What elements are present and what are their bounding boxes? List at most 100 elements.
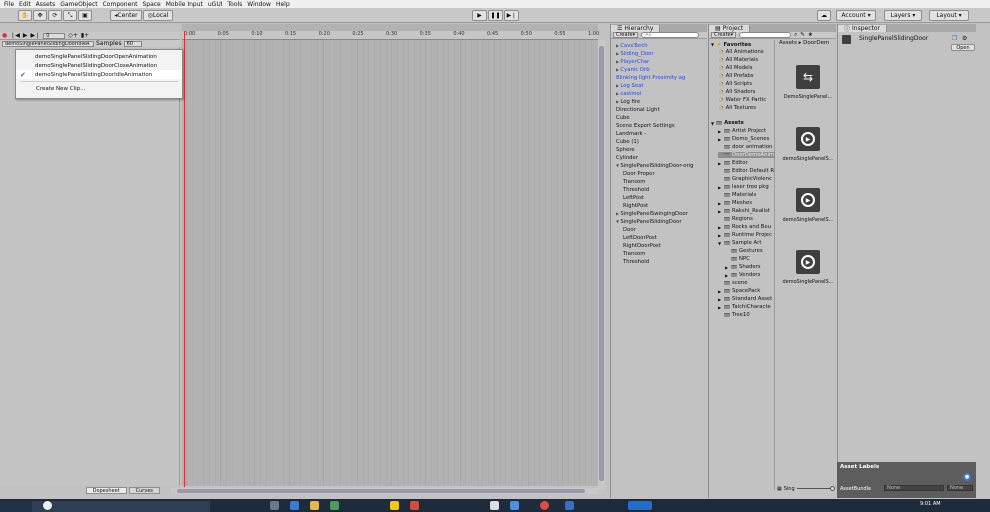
tab-curves[interactable]: Curves	[128, 487, 160, 494]
hierarchy-item[interactable]: Cube (1)	[616, 139, 639, 145]
hierarchy-item[interactable]: ▼ SinglePanelSlidingDoor-orig	[616, 163, 693, 169]
first-key-icon[interactable]: ❘◀	[10, 32, 20, 39]
account-dropdown[interactable]: Account ▾	[836, 10, 876, 21]
filter-icon[interactable]: ⌕	[794, 32, 797, 39]
project-folder[interactable]: door animation	[718, 144, 772, 150]
hierarchy-item[interactable]: ▶ Log fire	[616, 99, 640, 105]
hierarchy-item[interactable]: Cube	[616, 115, 630, 121]
project-folder[interactable]: Regions	[718, 216, 753, 222]
hierarchy-item[interactable]: Door	[623, 227, 636, 233]
hierarchy-item[interactable]: Directional Light	[616, 107, 660, 113]
favorite-item[interactable]: ◔ All Shaders	[719, 89, 755, 95]
label-tag-icon[interactable]: ●	[963, 473, 971, 481]
menu-item[interactable]: File	[4, 1, 14, 8]
project-folder[interactable]: ▶ Meshes	[718, 200, 752, 206]
hierarchy-item[interactable]: ▶ CaveTorch	[616, 43, 648, 49]
pause-button[interactable]: ❚❚	[488, 10, 503, 21]
menu-item[interactable]: Assets	[36, 1, 56, 8]
hierarchy-item[interactable]: Cylinder	[616, 155, 638, 161]
project-folder[interactable]: ▶ Editor	[718, 160, 748, 166]
project-folder[interactable]: ▶ Shaders	[725, 264, 761, 270]
project-folder[interactable]: ▶ Rocks and Bou	[718, 224, 771, 230]
project-folder[interactable]: ▶ Demo_Scenes	[718, 136, 769, 142]
step-button[interactable]: ▶❘	[504, 10, 519, 21]
asset-item[interactable]: ⇆ DemoSinglePanel...	[781, 65, 835, 100]
tab-project[interactable]: ▤ Project	[709, 25, 751, 32]
scale-tool-icon[interactable]: ⤡	[63, 10, 77, 21]
project-folder[interactable]: ▶ Rakshi_Realist	[718, 208, 770, 214]
layout-dropdown[interactable]: Layout ▾	[929, 10, 969, 21]
favorite-item[interactable]: ◔ All Textures	[719, 105, 756, 111]
hierarchy-item[interactable]: Threshold	[623, 187, 649, 193]
menu-item[interactable]: Edit	[19, 1, 31, 8]
hierarchy-item[interactable]: Door Proper	[623, 171, 655, 177]
favorite-item[interactable]: ◔ All Prefabs	[719, 73, 754, 79]
timeline-vertical-scrollbar[interactable]	[598, 40, 605, 490]
dopesheet-timeline[interactable]	[182, 24, 598, 486]
tab-dopesheet[interactable]: Dopesheet	[85, 487, 127, 494]
taskbar-search-box[interactable]	[32, 501, 210, 512]
project-search-input[interactable]	[739, 32, 792, 38]
next-key-icon[interactable]: ▶❘	[31, 32, 41, 39]
hierarchy-item[interactable]: ▶ Sliding_Door	[616, 51, 654, 57]
rect-tool-icon[interactable]: ▣	[78, 10, 92, 21]
help-icon[interactable]: ❐	[952, 35, 957, 42]
clip-menu-item[interactable]: ✔ demoSinglePanelSlidingDoorIdleAnimation	[16, 70, 182, 79]
menu-item[interactable]: Component	[103, 1, 138, 8]
label-icon[interactable]: ✎	[800, 32, 805, 38]
frame-field[interactable]: 0	[43, 32, 66, 39]
clip-menu-item[interactable]: demoSinglePanelSlidingDoorOpenAnimation	[16, 52, 182, 61]
asset-item[interactable]: ▶ demoSinglePanelS...	[781, 127, 835, 162]
timeline-horizontal-scrollbar[interactable]	[171, 488, 598, 494]
hierarchy-item[interactable]: Sphere	[616, 147, 635, 153]
hierarchy-item[interactable]: ▶ Cyanic Orb	[616, 67, 650, 73]
asset-item[interactable]: ▶ demoSinglePanelS...	[781, 250, 835, 285]
project-folder[interactable]: ▶ TaichiCharacte	[718, 304, 771, 310]
project-folder[interactable]: Gestures	[725, 248, 763, 254]
record-icon[interactable]: ●	[2, 32, 7, 39]
folder-app-icon[interactable]	[390, 501, 399, 510]
hierarchy-item[interactable]: ▶ PlayerChar	[616, 59, 649, 65]
menu-item[interactable]: Tools	[228, 1, 243, 8]
assets-header[interactable]: ▼ Assets	[711, 120, 744, 126]
hierarchy-item[interactable]: Transom	[623, 251, 645, 257]
menu-item[interactable]: Window	[247, 1, 271, 8]
app-red-icon[interactable]	[410, 501, 419, 510]
hierarchy-item[interactable]: LeftDoorPost	[623, 235, 657, 241]
active-app-icon[interactable]	[628, 501, 652, 510]
pivot-local-button[interactable]: ◎ Local	[143, 10, 173, 21]
project-folder[interactable]: NPC	[725, 256, 750, 262]
menu-item[interactable]: GameObject	[60, 1, 97, 8]
hierarchy-item[interactable]: RightDoorPost	[623, 243, 661, 249]
project-create-button[interactable]: Create ▾	[711, 32, 737, 38]
app-blue2-icon[interactable]	[565, 501, 574, 510]
thumbnail-size-slider[interactable]	[796, 486, 835, 491]
hierarchy-item[interactable]: Scene Export Settings	[616, 123, 675, 129]
menu-item[interactable]: Space	[142, 1, 160, 8]
favorite-item[interactable]: ◔ All Materials	[719, 57, 758, 63]
hierarchy-item[interactable]: ▶ SinglePanelSwingingDoor	[616, 211, 688, 217]
hierarchy-item[interactable]: LeftPost	[623, 195, 644, 201]
hierarchy-item[interactable]: Threshold	[623, 259, 649, 265]
assetbundle-variant-dropdown[interactable]: None	[947, 485, 973, 491]
hscroll-thumb[interactable]	[177, 489, 585, 493]
project-folder[interactable]: ▶ laser tree pkg	[718, 184, 769, 190]
star-icon[interactable]: ★	[808, 32, 813, 38]
project-folder[interactable]: ▶ Vendors	[725, 272, 760, 278]
hierarchy-item[interactable]: Landmark -	[616, 131, 646, 137]
breadcrumb[interactable]: Assets ▸ DoorDem	[776, 40, 836, 48]
clip-menu-item[interactable]: Create New Clip...	[16, 84, 182, 93]
assetbundle-dropdown[interactable]: None	[884, 485, 944, 491]
project-folder[interactable]: scene	[718, 280, 748, 286]
menu-item[interactable]: Help	[276, 1, 290, 8]
vscroll-thumb[interactable]	[599, 46, 604, 481]
clip-selector[interactable]: demoSinglePanelSlidingDoorIdleA	[2, 40, 94, 47]
favorite-item[interactable]: ◔ All Scripts	[719, 81, 752, 87]
project-folder[interactable]: GraphicViolenc	[718, 176, 772, 182]
hierarchy-item[interactable]: Transom	[623, 179, 645, 185]
cloud-icon[interactable]: ☁	[817, 10, 831, 21]
menu-item[interactable]: uGUI	[208, 1, 223, 8]
project-folder[interactable]: ▶ Standard Asset	[718, 296, 772, 302]
tab-inspector[interactable]: ⓘ Inspector	[838, 25, 888, 33]
favorite-item[interactable]: ◔ All Animations	[719, 49, 764, 55]
